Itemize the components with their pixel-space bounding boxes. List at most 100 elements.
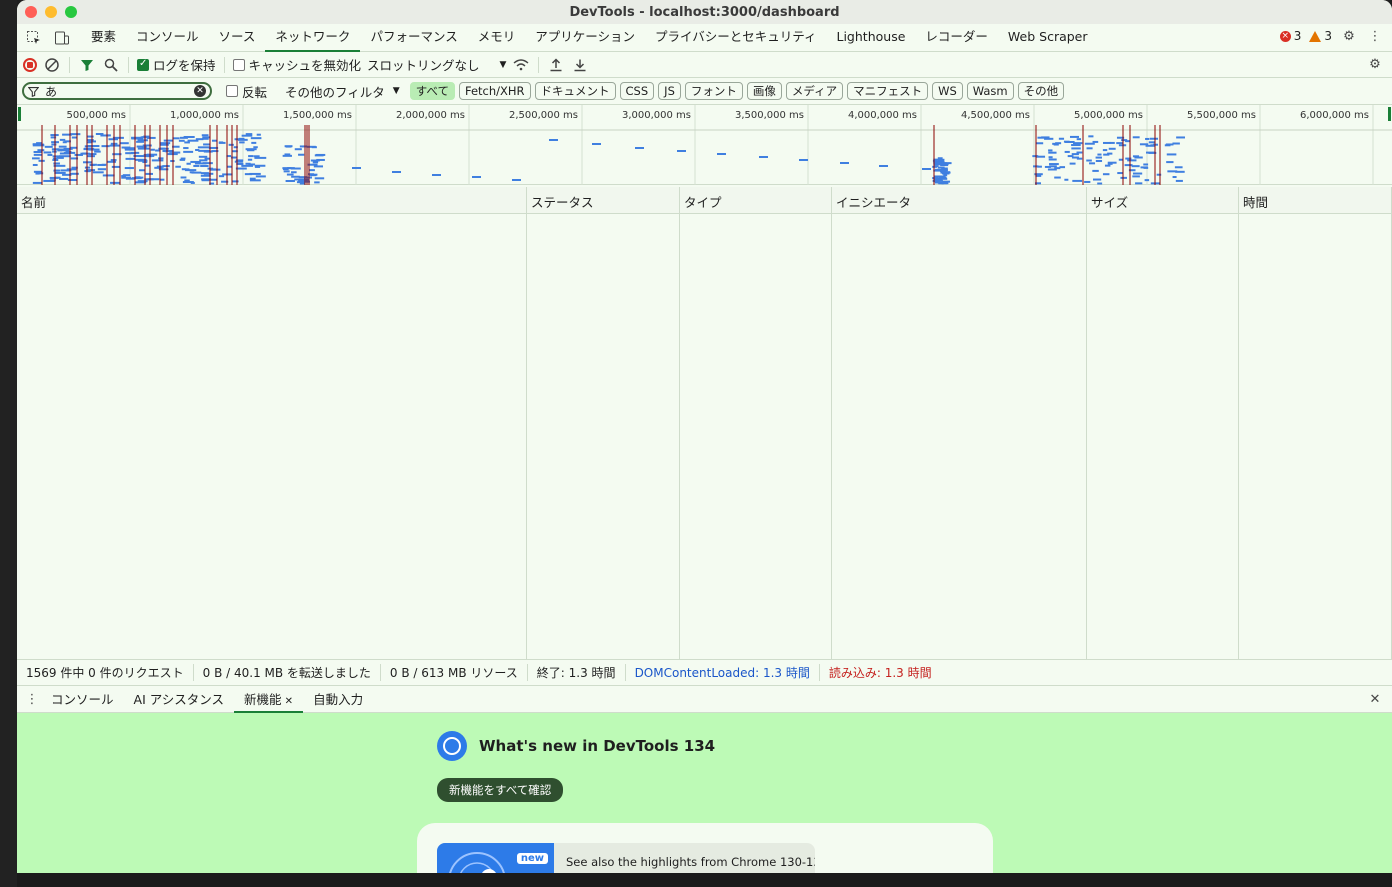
column-header-1[interactable]: ステータス xyxy=(527,187,680,213)
drawer-tab-3[interactable]: 自動入力 xyxy=(303,686,373,713)
record-stop-icon[interactable] xyxy=(23,57,37,72)
divider xyxy=(69,56,70,73)
filter-chip-0[interactable]: すべて xyxy=(409,82,455,100)
column-header-4[interactable]: サイズ xyxy=(1087,187,1239,213)
invert-checkbox[interactable]: 反転 xyxy=(226,82,267,101)
close-tab-icon[interactable]: ✕ xyxy=(282,696,293,707)
tab-2[interactable]: ソース xyxy=(209,24,266,52)
more-filters-dropdown[interactable]: その他のフィルタ ▼ xyxy=(285,82,400,101)
tab-10[interactable]: Web Scraper xyxy=(998,24,1098,52)
range-handle[interactable] xyxy=(1388,107,1391,121)
highlights-link[interactable]: new See also the highlights from Chrome … xyxy=(437,843,815,873)
clear-icon[interactable] xyxy=(43,56,61,74)
range-handle[interactable] xyxy=(18,107,21,121)
request-bar xyxy=(162,165,170,168)
drawer-tab-2[interactable]: 新機能 ✕ xyxy=(233,686,304,713)
preserve-log-checkbox[interactable]: ログを保持 xyxy=(137,55,216,74)
drawer-tab-1[interactable]: AI アシスタンス xyxy=(124,686,234,713)
filter-input-value: あ xyxy=(45,84,58,99)
filter-chip-5[interactable]: フォント xyxy=(684,82,743,100)
request-bar xyxy=(95,133,104,136)
request-bar xyxy=(125,157,136,160)
request-bar xyxy=(1176,136,1186,139)
disable-cache-check[interactable] xyxy=(232,58,245,71)
filter-chip-6[interactable]: 画像 xyxy=(746,82,782,100)
close-drawer-icon[interactable]: ✕ xyxy=(1366,690,1384,708)
request-bar xyxy=(251,141,257,144)
filter-funnel-icon[interactable] xyxy=(78,56,96,74)
filter-chip-2[interactable]: ドキュメント xyxy=(534,82,616,100)
drawer-menu-icon[interactable]: ⋮ xyxy=(23,690,41,708)
request-bar xyxy=(1135,182,1143,185)
title-bar: DevTools - localhost:3000/dashboard xyxy=(17,0,1392,24)
request-bar xyxy=(1132,172,1143,175)
request-bar xyxy=(549,139,558,141)
search-icon[interactable] xyxy=(102,56,120,74)
tick-label: 2,500,000 ms xyxy=(509,110,578,121)
tab-6[interactable]: アプリケーション xyxy=(525,24,645,52)
request-bar xyxy=(32,163,38,166)
request-bar xyxy=(1095,159,1103,162)
tick-label: 6,000,000 ms xyxy=(1300,110,1369,121)
maximize-window-button[interactable] xyxy=(65,6,77,18)
close-window-button[interactable] xyxy=(25,6,37,18)
request-bar xyxy=(178,139,185,142)
filter-chip-1[interactable]: Fetch/XHR xyxy=(458,82,531,100)
device-toolbar-icon[interactable] xyxy=(51,27,73,49)
filter-chip-9[interactable]: WS xyxy=(932,82,963,100)
throttling-select[interactable]: スロットリングなし ▼ xyxy=(367,55,506,74)
minimize-window-button[interactable] xyxy=(45,6,57,18)
import-har-icon[interactable] xyxy=(547,56,565,74)
request-bar xyxy=(108,138,118,141)
filter-chip-4[interactable]: JS xyxy=(658,82,681,100)
request-bar xyxy=(111,165,121,168)
disable-cache-checkbox[interactable]: キャッシュを無効化 xyxy=(232,55,361,74)
request-bar xyxy=(190,181,195,184)
tab-5[interactable]: メモリ xyxy=(468,24,526,52)
drawer-tab-0[interactable]: コンソール xyxy=(41,686,124,713)
tab-9[interactable]: レコーダー xyxy=(915,24,998,52)
request-bar xyxy=(1144,179,1150,182)
tab-1[interactable]: コンソール xyxy=(126,24,209,52)
clear-filter-icon[interactable]: ✕ xyxy=(194,85,206,97)
filter-chip-7[interactable]: メディア xyxy=(785,82,844,100)
preserve-log-check[interactable] xyxy=(137,58,149,71)
see-all-features-button[interactable]: 新機能をすべて確認 xyxy=(437,778,564,802)
tab-8[interactable]: Lighthouse xyxy=(827,24,916,52)
request-bar xyxy=(94,150,101,153)
network-conditions-icon[interactable] xyxy=(512,56,530,74)
request-bar xyxy=(124,148,136,151)
request-bar xyxy=(932,177,939,180)
tab-0[interactable]: 要素 xyxy=(81,24,126,52)
request-bar xyxy=(110,181,121,184)
more-menu-icon[interactable]: ⋮ xyxy=(1366,27,1384,45)
column-header-3[interactable]: イニシエータ xyxy=(832,187,1087,213)
request-bar xyxy=(125,152,136,155)
column-header-5[interactable]: 時間 xyxy=(1239,187,1392,213)
tick-label: 4,500,000 ms xyxy=(961,110,1030,121)
request-bar xyxy=(1069,162,1076,165)
warning-count[interactable]: 3 xyxy=(1309,29,1332,43)
column-header-0[interactable]: 名前 xyxy=(17,187,527,213)
export-har-icon[interactable] xyxy=(571,56,589,74)
request-bar xyxy=(173,151,181,154)
filter-chip-11[interactable]: その他 xyxy=(1017,82,1065,100)
error-count[interactable]: × 3 xyxy=(1279,29,1301,43)
invert-check[interactable] xyxy=(226,85,238,97)
tab-7[interactable]: プライバシーとセキュリティ xyxy=(645,24,827,52)
tab-4[interactable]: パフォーマンス xyxy=(360,24,467,52)
devtools-window: DevTools - localhost:3000/dashboard 要素 コン… xyxy=(17,0,1392,873)
request-bar xyxy=(314,154,324,157)
inspect-element-icon[interactable] xyxy=(23,27,45,49)
request-bar xyxy=(86,135,94,138)
filter-chip-10[interactable]: Wasm xyxy=(966,82,1014,100)
settings-gear-icon[interactable]: ⚙ xyxy=(1340,27,1358,45)
filter-chip-3[interactable]: CSS xyxy=(619,82,655,100)
filter-input[interactable]: あ ✕ xyxy=(22,82,212,100)
tab-3[interactable]: ネットワーク xyxy=(265,24,361,52)
dom-content-loaded-time: DOMContentLoaded: 1.3 時間 xyxy=(626,664,820,681)
network-settings-gear-icon[interactable]: ⚙ xyxy=(1366,56,1384,74)
filter-chip-8[interactable]: マニフェスト xyxy=(847,82,929,100)
column-header-2[interactable]: タイプ xyxy=(680,187,832,213)
tick-label: 4,000,000 ms xyxy=(848,110,917,121)
